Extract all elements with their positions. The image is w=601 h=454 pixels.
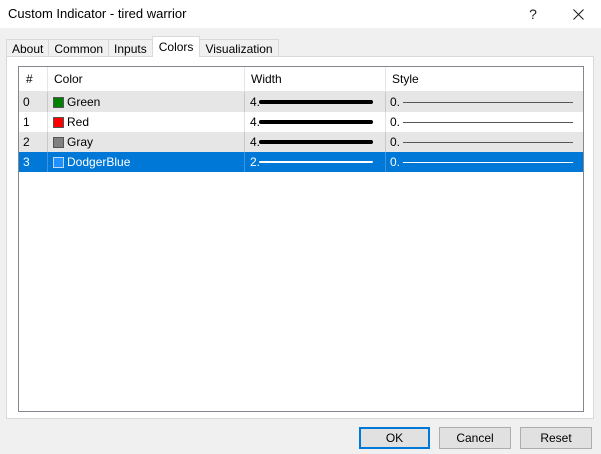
close-icon — [572, 8, 584, 20]
ok-button[interactable]: OK — [359, 427, 430, 449]
tab-inputs[interactable]: Inputs — [108, 39, 153, 57]
tab-common[interactable]: Common — [48, 39, 110, 57]
color-name: Green — [67, 95, 101, 109]
color-swatch — [53, 117, 64, 128]
width-cell[interactable]: 4. — [245, 132, 386, 152]
color-name: DodgerBlue — [67, 155, 131, 169]
colors-panel: # Color Width Style 0 Green 4. 0. 1 Red — [6, 56, 594, 419]
tab-about[interactable]: About — [6, 39, 50, 57]
style-cell[interactable]: 0. — [386, 112, 583, 132]
width-cell[interactable]: 4. — [245, 112, 386, 132]
color-cell[interactable]: Gray — [48, 132, 245, 152]
color-name: Gray — [67, 135, 94, 149]
color-swatch — [53, 157, 64, 168]
style-value: 0. — [390, 135, 401, 149]
list-item[interactable]: 2 Gray 4. 0. — [19, 132, 583, 152]
window-title: Custom Indicator - tired warrior — [8, 6, 187, 21]
style-value: 0. — [390, 115, 401, 129]
width-cell[interactable]: 4. — [245, 92, 386, 112]
header-width[interactable]: Width — [245, 67, 386, 91]
color-cell[interactable]: Red — [48, 112, 245, 132]
tab-colors[interactable]: Colors — [151, 36, 201, 57]
help-icon: ? — [529, 6, 537, 22]
style-cell[interactable]: 0. — [386, 92, 583, 112]
color-buffer-list: # Color Width Style 0 Green 4. 0. 1 Red — [18, 66, 584, 412]
color-cell[interactable]: DodgerBlue — [48, 152, 245, 172]
help-button[interactable]: ? — [510, 0, 556, 28]
style-cell[interactable]: 0. — [386, 132, 583, 152]
width-line-preview — [259, 100, 373, 104]
width-line-preview — [259, 120, 373, 124]
list-item[interactable]: 3 DodgerBlue 2. 0. — [19, 152, 583, 172]
row-number: 3 — [19, 152, 48, 172]
width-line-preview — [259, 161, 373, 163]
header-color[interactable]: Color — [48, 67, 245, 91]
header-number[interactable]: # — [19, 67, 48, 91]
list-header: # Color Width Style — [19, 67, 583, 92]
tab-strip: About Common Inputs Colors Visualization — [6, 36, 279, 57]
style-cell[interactable]: 0. — [386, 152, 583, 172]
width-line-preview — [259, 140, 373, 144]
list-item[interactable]: 0 Green 4. 0. — [19, 92, 583, 112]
color-cell[interactable]: Green — [48, 92, 245, 112]
row-number: 2 — [19, 132, 48, 152]
style-line-preview — [403, 122, 573, 123]
style-line-preview — [403, 162, 573, 163]
style-line-preview — [403, 102, 573, 103]
color-swatch — [53, 137, 64, 148]
width-cell[interactable]: 2. — [245, 152, 386, 172]
row-number: 0 — [19, 92, 48, 112]
title-bar: Custom Indicator - tired warrior ? — [0, 0, 601, 28]
header-style[interactable]: Style — [386, 67, 583, 91]
tab-visualization[interactable]: Visualization — [199, 39, 279, 57]
cancel-button[interactable]: Cancel — [439, 427, 511, 449]
reset-button[interactable]: Reset — [520, 427, 592, 449]
color-swatch — [53, 97, 64, 108]
row-number: 1 — [19, 112, 48, 132]
style-value: 0. — [390, 95, 401, 109]
style-line-preview — [403, 142, 573, 143]
list-item[interactable]: 1 Red 4. 0. — [19, 112, 583, 132]
close-button[interactable] — [555, 0, 601, 28]
color-name: Red — [67, 115, 90, 129]
style-value: 0. — [390, 155, 401, 169]
